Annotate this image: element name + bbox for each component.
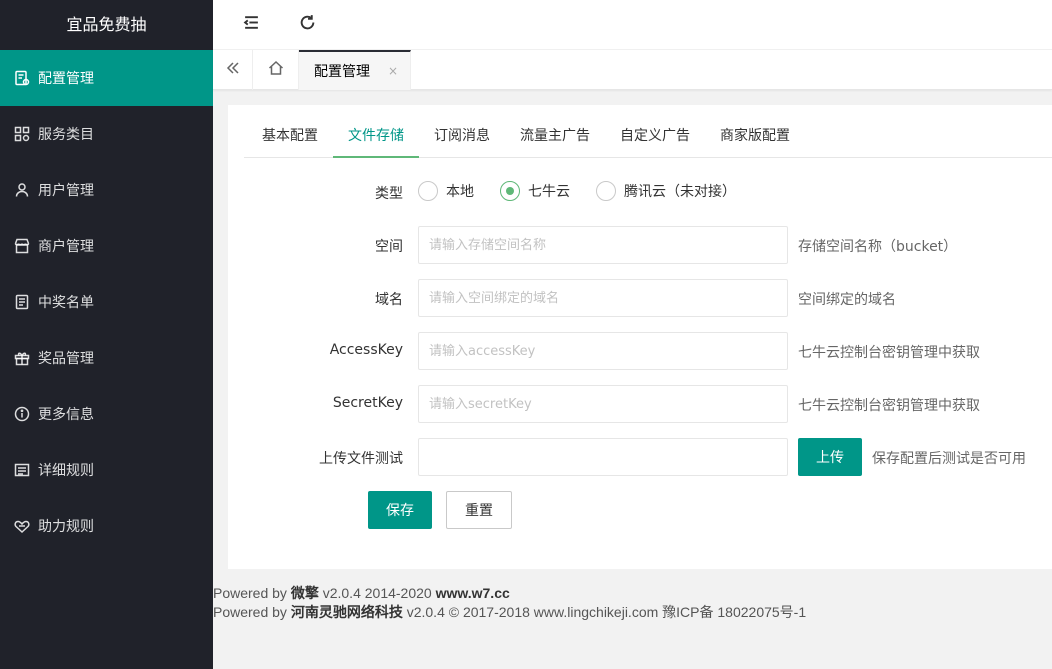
- refresh-icon: [299, 14, 316, 35]
- radio-local[interactable]: 本地: [418, 181, 474, 201]
- sidebar-item-prizes[interactable]: 奖品管理: [0, 330, 213, 386]
- sidebar-item-label: 奖品管理: [38, 351, 94, 367]
- radio-qiniu[interactable]: 七牛云: [500, 181, 570, 201]
- type-label: 类型: [375, 186, 403, 202]
- tab-basic-config[interactable]: 基本配置: [244, 115, 333, 157]
- domain-label: 域名: [375, 292, 403, 308]
- store-icon: [13, 237, 31, 255]
- bucket-label: 空间: [375, 239, 403, 255]
- double-chevron-left-icon: [225, 60, 241, 80]
- home-tab[interactable]: [253, 50, 299, 90]
- secretkey-help: 七牛云控制台密钥管理中获取: [798, 398, 980, 414]
- page-tab-bar: 配置管理 ×: [213, 50, 1052, 90]
- sidebar-item-winners[interactable]: 中奖名单: [0, 274, 213, 330]
- sidebar-item-label: 更多信息: [38, 407, 94, 423]
- sidebar-item-merchants[interactable]: 商户管理: [0, 218, 213, 274]
- tabs-scroll-left-button[interactable]: [213, 50, 253, 90]
- sidebar-item-label: 配置管理: [38, 71, 94, 87]
- secretkey-input[interactable]: [418, 385, 788, 423]
- bucket-input[interactable]: [418, 226, 788, 264]
- radio-label: 七牛云: [528, 184, 570, 200]
- config-tabs: 基本配置 文件存储 订阅消息 流量主广告 自定义广告 商家版配置: [244, 115, 1052, 158]
- radio-circle: [596, 181, 616, 201]
- reset-button[interactable]: 重置: [446, 491, 512, 529]
- radio-label: 腾讯云（未对接）: [624, 184, 736, 200]
- sidebar-item-users[interactable]: 用户管理: [0, 162, 213, 218]
- tab-merchant-config[interactable]: 商家版配置: [705, 115, 805, 157]
- user-icon: [13, 181, 31, 199]
- upload-file-input[interactable]: [418, 438, 788, 476]
- footer-text: v2.0.4 © 2017-2018 www.lingchikeji.com 豫…: [402, 604, 807, 620]
- upload-button[interactable]: 上传: [798, 438, 862, 476]
- sidebar-item-rules[interactable]: 详细规则: [0, 442, 213, 498]
- upload-help: 保存配置后测试是否可用: [872, 451, 1026, 467]
- menu-collapse-icon: [243, 14, 260, 35]
- sidebar-item-config[interactable]: 配置管理: [0, 50, 213, 106]
- footer-link[interactable]: www.w7.cc: [436, 585, 510, 601]
- domain-help: 空间绑定的域名: [798, 292, 896, 308]
- upload-test-label: 上传文件测试: [319, 451, 403, 467]
- accesskey-label: AccessKey: [329, 342, 403, 358]
- app-logo-title: 宜品免费抽: [66, 15, 147, 34]
- close-icon[interactable]: ×: [388, 64, 398, 78]
- sidebar-item-boost-rules[interactable]: 助力规则: [0, 498, 213, 554]
- gift-icon: [13, 349, 31, 367]
- info-icon: [13, 405, 31, 423]
- bucket-help: 存储空间名称（bucket）: [798, 239, 958, 255]
- footer-text: Powered by: [213, 604, 291, 620]
- sidebar-item-label: 用户管理: [38, 183, 94, 199]
- tab-subscribe-message[interactable]: 订阅消息: [419, 115, 505, 157]
- accesskey-input[interactable]: [418, 332, 788, 370]
- footer-brand: 河南灵驰网络科技: [290, 604, 403, 620]
- footer-text: Powered by: [213, 585, 291, 601]
- sidebar: 宜品免费抽 配置管理 服务类目 用户管理 商户管理 中奖名单 奖品管理 更多信息…: [0, 0, 213, 669]
- footer-line-2: Powered by 河南灵驰网络科技 v2.0.4 © 2017-2018 w…: [213, 603, 806, 622]
- tab-traffic-ads[interactable]: 流量主广告: [505, 115, 605, 157]
- accesskey-help: 七牛云控制台密钥管理中获取: [798, 345, 980, 361]
- domain-input[interactable]: [418, 279, 788, 317]
- footer-brand: 微擎: [290, 585, 319, 601]
- radio-tencent[interactable]: 腾讯云（未对接）: [596, 181, 736, 201]
- page-tab-label: 配置管理: [314, 64, 370, 80]
- footer: Powered by 微擎 v2.0.4 2014-2020 www.w7.cc…: [213, 584, 806, 622]
- sidebar-item-label: 中奖名单: [38, 295, 94, 311]
- radio-circle: [500, 181, 520, 201]
- list-doc-icon: [13, 293, 31, 311]
- save-button[interactable]: 保存: [368, 491, 432, 529]
- tab-file-storage[interactable]: 文件存储: [333, 115, 419, 158]
- tab-custom-ads[interactable]: 自定义广告: [605, 115, 705, 157]
- heart-hands-icon: [13, 517, 31, 535]
- sidebar-item-label: 商户管理: [38, 239, 94, 255]
- top-header: [213, 0, 1052, 50]
- menu-collapse-button[interactable]: [231, 0, 271, 50]
- radio-circle: [418, 181, 438, 201]
- footer-text: v2.0.4 2014-2020: [318, 585, 436, 601]
- sidebar-item-service-category[interactable]: 服务类目: [0, 106, 213, 162]
- config-card: 基本配置 文件存储 订阅消息 流量主广告 自定义广告 商家版配置 类型 本地 七…: [228, 105, 1052, 569]
- page-tab-config[interactable]: 配置管理 ×: [299, 50, 411, 90]
- secretkey-label: SecretKey: [332, 395, 403, 411]
- sidebar-item-label: 助力规则: [38, 519, 94, 535]
- sidebar-item-more-info[interactable]: 更多信息: [0, 386, 213, 442]
- doc-settings-icon: [13, 69, 31, 87]
- home-icon: [268, 60, 284, 80]
- sidebar-item-label: 详细规则: [38, 463, 94, 479]
- sidebar-item-label: 服务类目: [38, 127, 94, 143]
- grid-icon: [13, 125, 31, 143]
- refresh-button[interactable]: [287, 0, 327, 50]
- footer-line-1: Powered by 微擎 v2.0.4 2014-2020 www.w7.cc: [213, 584, 806, 603]
- rules-icon: [13, 461, 31, 479]
- radio-label: 本地: [446, 184, 474, 200]
